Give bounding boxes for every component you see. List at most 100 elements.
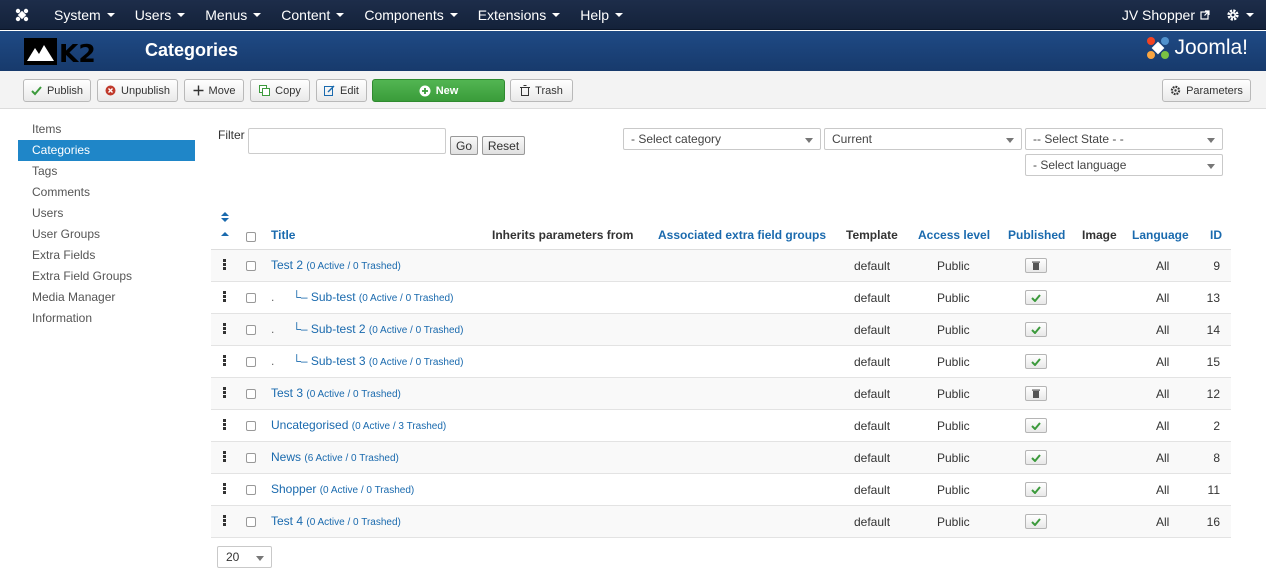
go-button[interactable]: Go	[450, 136, 478, 155]
sort-order-icon[interactable]	[221, 212, 229, 238]
tree-indent: .	[271, 354, 275, 368]
row-checkbox[interactable]	[246, 261, 256, 271]
th-title[interactable]: Title	[271, 228, 295, 242]
edit-button[interactable]: Edit	[316, 79, 367, 102]
category-title-link[interactable]: Test 4	[271, 514, 303, 528]
sidebar-item-information[interactable]: Information	[18, 308, 195, 329]
trash-icon	[520, 85, 531, 96]
published-toggle[interactable]	[1025, 418, 1047, 433]
current-select[interactable]: Current	[824, 128, 1022, 150]
menu-help[interactable]: Help	[570, 0, 633, 30]
category-title-link[interactable]: Test 2	[271, 258, 303, 272]
category-title-link[interactable]: Sub-test 3	[311, 354, 366, 368]
tree-indent: .	[271, 322, 275, 336]
th-access-level[interactable]: Access level	[918, 228, 990, 242]
sidebar-item-media-manager[interactable]: Media Manager	[18, 287, 195, 308]
row-checkbox[interactable]	[246, 293, 256, 303]
language-select[interactable]: - Select language	[1025, 154, 1223, 176]
trash-icon	[1032, 389, 1040, 398]
drag-handle-icon[interactable]	[223, 419, 226, 431]
row-checkbox[interactable]	[246, 325, 256, 335]
menu-menus[interactable]: Menus	[195, 0, 271, 30]
trash-button[interactable]: Trash	[510, 79, 573, 102]
sidebar-item-comments[interactable]: Comments	[18, 182, 195, 203]
menu-users[interactable]: Users	[125, 0, 196, 30]
row-checkbox[interactable]	[246, 485, 256, 495]
sidebar-item-extra-fields[interactable]: Extra Fields	[18, 245, 195, 266]
access-cell: Public	[937, 323, 970, 337]
site-link[interactable]: JV Shopper	[1110, 7, 1222, 23]
category-title-link[interactable]: Test 3	[271, 386, 303, 400]
language-cell: All	[1156, 291, 1170, 305]
sidebar-item-categories[interactable]: Categories	[18, 140, 195, 161]
published-toggle[interactable]	[1025, 482, 1047, 497]
category-title-link[interactable]: Sub-test 2	[311, 322, 366, 336]
sidebar-item-user-groups[interactable]: User Groups	[18, 224, 195, 245]
drag-handle-icon[interactable]	[223, 451, 226, 463]
sidebar-item-users[interactable]: Users	[18, 203, 195, 224]
category-title: . └– Sub-test 2 (0 Active / 0 Trashed)	[271, 322, 463, 336]
th-image: Image	[1082, 228, 1117, 242]
table-row: Test 3 (0 Active / 0 Trashed) default Publ…	[211, 378, 1231, 410]
published-toggle[interactable]	[1025, 290, 1047, 305]
menu-components[interactable]: Components	[354, 0, 467, 30]
trashed-toggle[interactable]	[1025, 386, 1047, 401]
category-title-link[interactable]: News	[271, 450, 301, 464]
drag-handle-icon[interactable]	[223, 355, 226, 367]
menu-content[interactable]: Content	[271, 0, 354, 30]
chevron-down-icon	[805, 138, 813, 143]
joomla-logo-icon[interactable]	[0, 0, 44, 30]
list-limit-select[interactable]: 20	[217, 546, 272, 568]
new-button[interactable]: New	[372, 79, 505, 102]
row-checkbox[interactable]	[246, 453, 256, 463]
access-cell: Public	[937, 451, 970, 465]
template-cell: default	[854, 483, 891, 497]
category-title-link[interactable]: Shopper	[271, 482, 316, 496]
published-toggle[interactable]	[1025, 450, 1047, 465]
th-published[interactable]: Published	[1008, 228, 1065, 242]
unpublish-icon	[105, 85, 116, 96]
trashed-toggle[interactable]	[1025, 258, 1047, 273]
state-select[interactable]: -- Select State - -	[1025, 128, 1223, 150]
sidebar-item-tags[interactable]: Tags	[18, 161, 195, 182]
move-button[interactable]: Move	[184, 79, 244, 102]
filter-input[interactable]	[248, 128, 446, 154]
sidebar-item-items[interactable]: Items	[18, 119, 195, 140]
menu-extensions[interactable]: Extensions	[468, 0, 570, 30]
th-extra-field-groups[interactable]: Associated extra field groups	[658, 228, 826, 242]
publish-button[interactable]: Publish	[23, 79, 91, 102]
drag-handle-icon[interactable]	[223, 515, 226, 527]
row-checkbox[interactable]	[246, 389, 256, 399]
row-checkbox[interactable]	[246, 357, 256, 367]
parameters-button[interactable]: Parameters	[1162, 79, 1251, 102]
check-icon	[31, 85, 42, 96]
drag-handle-icon[interactable]	[223, 323, 226, 335]
menu-system[interactable]: System	[44, 0, 125, 30]
unpublish-button[interactable]: Unpublish	[97, 79, 178, 102]
copy-button[interactable]: Copy	[250, 79, 310, 102]
item-counts: (0 Active / 3 Trashed)	[351, 421, 447, 432]
drag-handle-icon[interactable]	[223, 387, 226, 399]
drag-handle-icon[interactable]	[223, 483, 226, 495]
reset-button[interactable]: Reset	[482, 136, 525, 155]
sidebar-item-extra-field-groups[interactable]: Extra Field Groups	[18, 266, 195, 287]
th-id[interactable]: ID	[1210, 228, 1222, 242]
template-cell: default	[854, 515, 891, 529]
settings-menu[interactable]	[1222, 8, 1266, 22]
row-checkbox[interactable]	[246, 421, 256, 431]
published-toggle[interactable]	[1025, 322, 1047, 337]
language-cell: All	[1156, 355, 1170, 369]
drag-handle-icon[interactable]	[223, 291, 226, 303]
drag-handle-icon[interactable]	[223, 259, 226, 271]
tree-branch-icon: └–	[292, 322, 311, 336]
row-checkbox[interactable]	[246, 517, 256, 527]
table-row: Uncategorised (0 Active / 3 Trashed) defa…	[211, 410, 1231, 442]
published-toggle[interactable]	[1025, 354, 1047, 369]
category-select[interactable]: - Select category	[623, 128, 821, 150]
category-title-link[interactable]: Sub-test	[311, 290, 356, 304]
category-title-link[interactable]: Uncategorised	[271, 418, 348, 432]
id-cell: 2	[1213, 419, 1220, 433]
published-toggle[interactable]	[1025, 514, 1047, 529]
th-language[interactable]: Language	[1132, 228, 1189, 242]
select-all-checkbox[interactable]	[246, 232, 256, 242]
